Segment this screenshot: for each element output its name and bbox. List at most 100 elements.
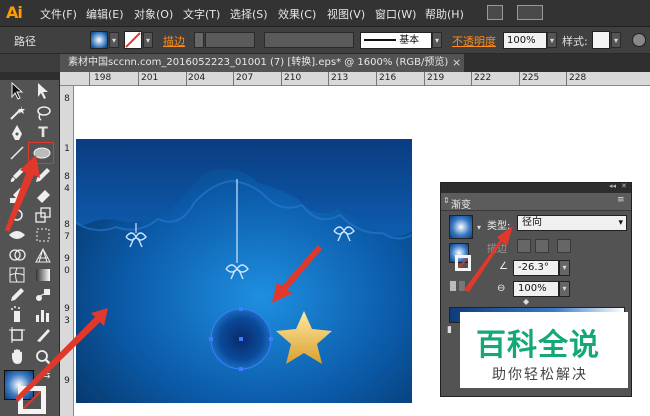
menu-file[interactable]: 文件(F)	[40, 6, 77, 22]
column-graph-tool-icon[interactable]	[32, 304, 54, 326]
stroke-weight-stepper[interactable]	[194, 32, 204, 48]
v-ruler-tick: 8	[64, 94, 70, 104]
h-ruler-tick: 216	[379, 73, 397, 83]
gradient-angle-input[interactable]: -26.3°	[513, 260, 559, 276]
line-tool-icon[interactable]	[6, 142, 28, 164]
horizontal-ruler: 198 201 204 207 210 213 216 219 222 225 …	[60, 72, 650, 86]
h-ruler-tick: 204	[188, 73, 206, 83]
fill-swatch[interactable]	[90, 31, 108, 49]
selection-tool-icon[interactable]	[6, 80, 28, 102]
gradient-presets-dropdown-icon[interactable]: ▾	[477, 223, 481, 232]
no-stroke-icon	[125, 32, 141, 48]
panel-options-arrows-icon[interactable]: ⇕	[443, 196, 450, 205]
h-ruler-tick: 198	[94, 73, 112, 83]
menu-view[interactable]: 视图(V)	[327, 6, 365, 22]
gradient-preview-swatch[interactable]	[449, 215, 473, 239]
chevron-down-icon[interactable]: ▾	[559, 281, 570, 297]
opacity-input[interactable]: 100%	[503, 32, 547, 49]
artboard-tool-icon[interactable]	[6, 324, 28, 346]
eyedropper-tool-icon[interactable]	[6, 284, 28, 306]
fill-dropdown-icon[interactable]: ▾	[109, 32, 119, 48]
gradient-type-select[interactable]: 径向 ▾	[517, 215, 627, 231]
opacity-dropdown-icon[interactable]: ▾	[547, 32, 557, 48]
close-icon[interactable]: ×	[452, 54, 461, 72]
slice-tool-icon[interactable]	[32, 324, 54, 346]
blob-brush-tool-icon[interactable]	[6, 184, 28, 206]
stroke-weight-field[interactable]	[205, 32, 255, 48]
direct-selection-tool-icon[interactable]	[32, 80, 54, 102]
stroke-profile-dropdown-icon[interactable]: ▾	[432, 32, 442, 48]
anchor-point[interactable]	[239, 367, 243, 371]
close-panel-icon[interactable]: ✕	[621, 182, 627, 190]
menu-object[interactable]: 对象(O)	[134, 6, 173, 22]
gradient-stroke-indicator[interactable]	[455, 255, 471, 271]
menu-effect[interactable]: 效果(C)	[278, 6, 316, 22]
stroke-apply-across-icon[interactable]	[557, 239, 571, 253]
anchor-point[interactable]	[209, 337, 213, 341]
collapse-panel-icon[interactable]: ◂◂	[609, 182, 616, 190]
menu-type[interactable]: 文字(T)	[183, 6, 220, 22]
bridge-icon[interactable]	[487, 5, 503, 20]
menu-help[interactable]: 帮助(H)	[425, 6, 464, 22]
object-type-label: 路径	[14, 35, 36, 48]
ruler-major-line	[376, 72, 377, 86]
variable-width-profile[interactable]	[264, 32, 354, 48]
h-ruler-tick: 213	[331, 73, 349, 83]
stroke-color-swatch[interactable]	[18, 386, 46, 414]
graphic-style-swatch[interactable]	[592, 31, 610, 49]
graphic-style-dropdown-icon[interactable]: ▾	[611, 32, 621, 48]
ruler-major-line	[186, 72, 187, 86]
paintbrush-tool-icon[interactable]	[6, 164, 28, 186]
swap-fill-stroke-icon[interactable]: ⇆	[42, 370, 50, 381]
magic-wand-tool-icon[interactable]	[6, 102, 28, 124]
rotate-tool-icon[interactable]	[6, 204, 28, 226]
document-tab-row: 素材中国sccnn.com_2016052223_01001 (7) [转换].…	[60, 54, 650, 72]
free-transform-tool-icon[interactable]	[32, 224, 54, 246]
v-ruler-tick: 7	[64, 232, 70, 242]
opacity-label[interactable]: 不透明度	[452, 33, 496, 49]
lasso-tool-icon[interactable]	[32, 102, 54, 124]
stroke-label[interactable]: 描边	[163, 33, 185, 49]
center-anchor[interactable]	[239, 337, 243, 341]
document-tab[interactable]: 素材中国sccnn.com_2016052223_01001 (7) [转换].…	[60, 54, 464, 72]
gradient-midpoint-icon[interactable]: ◆	[523, 297, 529, 306]
hand-tool-icon[interactable]	[6, 346, 28, 368]
gradient-aspect-input[interactable]: 100%	[513, 281, 559, 297]
h-ruler-tick: 225	[522, 73, 540, 83]
stroke-swatch[interactable]	[124, 31, 142, 49]
menu-edit[interactable]: 编辑(E)	[86, 6, 124, 22]
mesh-tool-icon[interactable]	[6, 264, 28, 286]
type-tool-icon[interactable]: T	[32, 122, 54, 144]
menu-select[interactable]: 选择(S)	[230, 6, 268, 22]
scale-tool-icon[interactable]	[32, 204, 54, 226]
artboard-illustration[interactable]	[76, 139, 412, 403]
recolor-icon[interactable]	[632, 33, 646, 47]
stroke-profile-value: 基本	[399, 35, 420, 46]
delete-stop-icon[interactable]: ▮	[447, 325, 452, 335]
panel-tab-gradient[interactable]: 渐变	[451, 196, 471, 211]
symbol-sprayer-tool-icon[interactable]	[6, 304, 28, 326]
anchor-point[interactable]	[239, 307, 243, 311]
zoom-tool-icon[interactable]	[32, 346, 54, 368]
menu-window[interactable]: 窗口(W)	[375, 6, 416, 22]
panel-menu-icon[interactable]: ≡	[617, 195, 625, 205]
shape-builder-tool-icon[interactable]	[6, 244, 28, 266]
arrange-documents-icon[interactable]	[517, 5, 543, 20]
eraser-tool-icon[interactable]	[32, 184, 54, 206]
width-tool-icon[interactable]	[6, 224, 28, 246]
v-ruler-tick: 9	[64, 376, 70, 386]
perspective-grid-tool-icon[interactable]	[32, 244, 54, 266]
pen-tool-icon[interactable]	[6, 122, 28, 144]
h-ruler-tick: 210	[284, 73, 302, 83]
stroke-dropdown-icon[interactable]: ▾	[143, 32, 153, 48]
chevron-down-icon[interactable]: ▾	[559, 260, 570, 276]
stroke-apply-within-icon[interactable]	[517, 239, 531, 253]
blend-tool-icon[interactable]	[32, 284, 54, 306]
reverse-gradient-icon[interactable]	[449, 279, 467, 293]
gradient-tool-icon[interactable]	[32, 264, 54, 286]
pencil-tool-icon[interactable]	[32, 164, 54, 186]
stroke-profile-select[interactable]: 基本	[360, 32, 432, 49]
anchor-point[interactable]	[269, 337, 273, 341]
panel-title-bar[interactable]: ◂◂ ✕	[441, 182, 631, 193]
stroke-apply-along-icon[interactable]	[535, 239, 549, 253]
